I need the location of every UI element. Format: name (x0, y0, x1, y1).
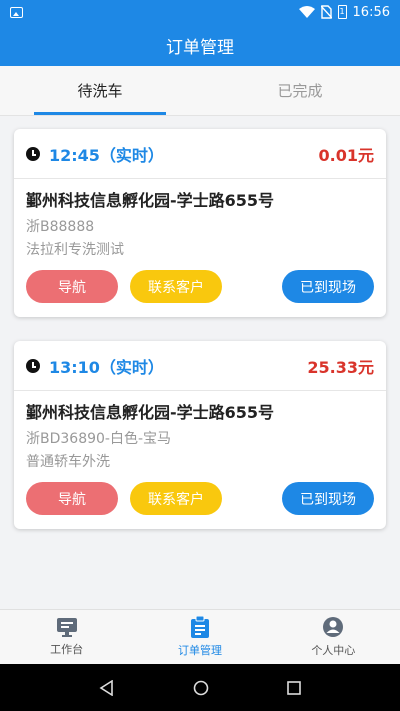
order-time: 12:45（实时） (49, 145, 164, 165)
order-card[interactable]: 12:45（实时） 0.01元 鄞州科技信息孵化园-学士路655号 浙B8888… (14, 129, 386, 317)
order-price: 0.01元 (318, 145, 374, 165)
navigate-button[interactable]: 导航 (26, 270, 118, 303)
arrived-button[interactable]: 已到现场 (282, 270, 374, 303)
contact-customer-button[interactable]: 联系客户 (130, 482, 222, 515)
recents-icon[interactable] (287, 680, 301, 695)
order-card-body: 鄞州科技信息孵化园-学士路655号 浙BD36890-白色-宝马 普通轿车外洗 … (14, 391, 386, 529)
image-icon (10, 6, 23, 18)
home-icon[interactable] (193, 680, 209, 696)
order-price: 25.33元 (307, 357, 374, 377)
nav-item-workbench[interactable]: 工作台 (0, 610, 133, 664)
order-service: 法拉利专洗测试 (26, 242, 124, 258)
order-address: 鄞州科技信息孵化园-学士路655号 (26, 403, 275, 422)
bottom-nav: 工作台 订单管理 个人中心 (0, 609, 400, 664)
order-card-header: 13:10（实时） 25.33元 (14, 341, 386, 391)
nav-item-orders[interactable]: 订单管理 (133, 610, 266, 664)
battery-icon: 1 (337, 5, 347, 19)
order-card-header: 12:45（实时） 0.01元 (14, 129, 386, 179)
wifi-icon (298, 6, 315, 18)
clock-icon (26, 146, 40, 161)
monitor-icon (56, 618, 77, 637)
tab-label: 待洗车 (77, 82, 123, 100)
battery-level: 1 (339, 7, 345, 16)
order-vehicle: 浙B88888 (26, 219, 95, 235)
status-bar: 1 16:56 (0, 0, 400, 24)
order-vehicle: 浙BD36890-白色-宝马 (26, 431, 172, 447)
page-title: 订单管理 (166, 37, 234, 58)
app-bar: 订单管理 (0, 24, 400, 66)
order-service: 普通轿车外洗 (26, 454, 110, 470)
order-card[interactable]: 13:10（实时） 25.33元 鄞州科技信息孵化园-学士路655号 浙BD36… (14, 341, 386, 529)
nav-label: 个人中心 (311, 644, 356, 657)
tab-pending[interactable]: 待洗车 (0, 66, 200, 115)
clock-icon (26, 358, 40, 373)
order-address: 鄞州科技信息孵化园-学士路655号 (26, 191, 275, 210)
nav-label: 工作台 (50, 643, 84, 656)
contact-customer-button[interactable]: 联系客户 (130, 270, 222, 303)
arrived-button[interactable]: 已到现场 (282, 482, 374, 515)
order-tabs: 待洗车 已完成 (0, 66, 400, 116)
nav-label: 订单管理 (177, 644, 222, 657)
order-list: 12:45（实时） 0.01元 鄞州科技信息孵化园-学士路655号 浙B8888… (0, 116, 400, 539)
clipboard-icon (190, 616, 209, 638)
navigate-button[interactable]: 导航 (26, 482, 118, 515)
nav-item-profile[interactable]: 个人中心 (267, 610, 400, 664)
order-actions: 导航 联系客户 已到现场 (26, 482, 374, 515)
back-icon[interactable] (99, 679, 115, 696)
person-icon (323, 617, 344, 637)
system-nav-bar (0, 664, 400, 711)
status-time: 16:56 (352, 4, 390, 20)
order-actions: 导航 联系客户 已到现场 (26, 270, 374, 303)
order-time: 13:10（实时） (49, 357, 164, 377)
tab-completed[interactable]: 已完成 (200, 66, 400, 115)
order-card-body: 鄞州科技信息孵化园-学士路655号 浙B88888 法拉利专洗测试 导航 联系客… (14, 179, 386, 317)
tab-label: 已完成 (277, 82, 323, 100)
sim-icon (320, 5, 332, 19)
